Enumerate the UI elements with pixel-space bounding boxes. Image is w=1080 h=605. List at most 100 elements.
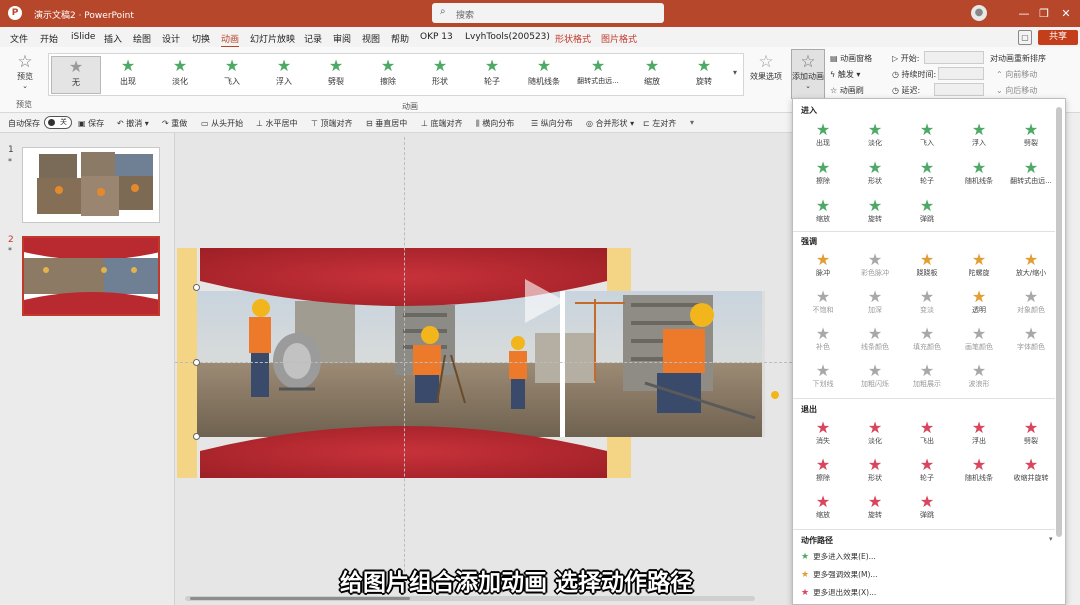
entry-effect-0[interactable]: ★ 出现 — [797, 121, 849, 153]
share-button[interactable]: 共享 — [1038, 30, 1078, 45]
animation-grow-turn[interactable]: ★ 翻转式由远... — [571, 56, 625, 94]
tab-lvyhtools[interactable]: LvyhTools(200523) — [465, 32, 550, 42]
tab-draw[interactable]: 绘图 — [133, 32, 151, 45]
align-center-button[interactable]: ⊥ 水平居中 — [256, 118, 298, 129]
tab-slideshow[interactable]: 幻灯片放映 — [250, 32, 295, 45]
animation-wheel[interactable]: ★ 轮子 — [467, 56, 517, 94]
emph-effect-5[interactable]: ★ 不饱和 — [797, 288, 849, 320]
slide-thumbnail-2[interactable] — [22, 236, 160, 316]
animation-wipe[interactable]: ★ 擦除 — [363, 56, 413, 94]
emph-effect-0[interactable]: ★ 脉冲 — [797, 251, 849, 283]
animation-zoom[interactable]: ★ 缩放 — [627, 56, 677, 94]
resize-handle-left[interactable] — [193, 359, 200, 366]
undo-button[interactable]: ↶ 撤消 ▾ — [117, 118, 149, 129]
align-middle-button[interactable]: ⊟ 垂直居中 — [366, 118, 407, 129]
entry-effect-10[interactable]: ★ 缩放 — [797, 197, 849, 229]
motion-path-expand-icon[interactable]: ▾ — [1049, 535, 1053, 543]
animation-swivel[interactable]: ★ 旋转 — [679, 56, 729, 94]
qat-more-icon[interactable]: ▾ — [690, 118, 694, 127]
search-box[interactable]: ⌕ 搜索 — [432, 3, 664, 23]
tab-picture-format[interactable]: 图片格式 — [601, 32, 637, 45]
emph-effect-18[interactable]: ★ 波浪形 — [953, 362, 1005, 394]
emph-effect-13[interactable]: ★ 画笔颜色 — [953, 325, 1005, 357]
more-emphasis-effects[interactable]: ★ 更多强调效果(M)... — [801, 569, 878, 580]
exit-effect-9[interactable]: ★ 收缩并旋转 — [1005, 456, 1057, 488]
entry-effect-8[interactable]: ★ 随机线条 — [953, 159, 1005, 191]
tab-review[interactable]: 审阅 — [333, 32, 351, 45]
emph-effect-10[interactable]: ★ 补色 — [797, 325, 849, 357]
search-placeholder[interactable]: 搜索 — [456, 8, 474, 21]
exit-effect-10[interactable]: ★ 缩放 — [797, 493, 849, 525]
move-earlier-button[interactable]: ⌃ 向前移动 — [996, 69, 1037, 80]
gallery-more-icon[interactable]: ▾ — [733, 68, 737, 77]
start-select[interactable] — [924, 51, 984, 64]
emph-effect-16[interactable]: ★ 加粗闪烁 — [849, 362, 901, 394]
user-avatar-icon[interactable]: ● — [971, 5, 987, 21]
tab-file[interactable]: 文件 — [10, 32, 28, 45]
align-top-button[interactable]: ⊤ 顶端对齐 — [311, 118, 353, 129]
add-animation-button[interactable]: ☆ 添加动画 ⌄ — [791, 49, 825, 99]
emph-effect-4[interactable]: ★ 放大/缩小 — [1005, 251, 1057, 283]
trigger-button[interactable]: ϟ 触发 ▾ — [830, 69, 860, 80]
tab-design[interactable]: 设计 — [162, 32, 180, 45]
duration-input[interactable] — [938, 67, 984, 80]
more-entry-effects[interactable]: ★ 更多进入效果(E)... — [801, 551, 876, 562]
save-button[interactable]: ▣ 保存 — [78, 118, 104, 129]
redo-button[interactable]: ↷ 重做 — [162, 118, 187, 129]
emph-effect-9[interactable]: ★ 对象颜色 — [1005, 288, 1057, 320]
move-later-button[interactable]: ⌄ 向后移动 — [996, 85, 1037, 96]
entry-effect-3[interactable]: ★ 浮入 — [953, 121, 1005, 153]
animation-fly-in[interactable]: ★ 飞入 — [207, 56, 257, 94]
tab-insert[interactable]: 插入 — [104, 32, 122, 45]
emph-effect-6[interactable]: ★ 加深 — [849, 288, 901, 320]
animation-pane-button[interactable]: ▤ 动画窗格 — [830, 53, 872, 64]
close-button[interactable]: ✕ — [1052, 0, 1080, 27]
animation-fade[interactable]: ★ 淡化 — [155, 56, 205, 94]
delay-input[interactable] — [934, 83, 984, 96]
preview-button[interactable]: ☆ 预览 ⌄ — [10, 53, 40, 90]
exit-effect-8[interactable]: ★ 随机线条 — [953, 456, 1005, 488]
entry-effect-6[interactable]: ★ 形状 — [849, 159, 901, 191]
resize-handle-bottom-left[interactable] — [193, 433, 200, 440]
comments-button[interactable]: ▢ — [1018, 30, 1032, 45]
exit-effect-11[interactable]: ★ 旋转 — [849, 493, 901, 525]
exit-effect-12[interactable]: ★ 弹跳 — [901, 493, 953, 525]
emph-effect-2[interactable]: ★ 跷跷板 — [901, 251, 953, 283]
animation-random-bars[interactable]: ★ 随机线条 — [519, 56, 569, 94]
entry-effect-5[interactable]: ★ 擦除 — [797, 159, 849, 191]
effect-options-button[interactable]: ☆ 效果选项 — [748, 53, 784, 82]
tab-help[interactable]: 帮助 — [391, 32, 409, 45]
emph-effect-3[interactable]: ★ 陀螺旋 — [953, 251, 1005, 283]
exit-effect-5[interactable]: ★ 擦除 — [797, 456, 849, 488]
emph-effect-14[interactable]: ★ 字体颜色 — [1005, 325, 1057, 357]
entry-effect-1[interactable]: ★ 淡化 — [849, 121, 901, 153]
tab-animations[interactable]: 动画 — [221, 32, 240, 48]
emph-effect-15[interactable]: ★ 下划线 — [797, 362, 849, 394]
exit-effect-7[interactable]: ★ 轮子 — [901, 456, 953, 488]
tab-transitions[interactable]: 切换 — [192, 32, 210, 45]
animation-split[interactable]: ★ 劈裂 — [311, 56, 361, 94]
tab-record[interactable]: 记录 — [304, 32, 322, 45]
entry-effect-9[interactable]: ★ 翻转式由远... — [1005, 159, 1057, 191]
emph-effect-8[interactable]: ★ 透明 — [953, 288, 1005, 320]
from-beginning-button[interactable]: ▭ 从头开始 — [201, 118, 243, 129]
tab-shape-format[interactable]: 形状格式 — [555, 32, 591, 45]
emph-effect-12[interactable]: ★ 填充颜色 — [901, 325, 953, 357]
slide-thumbnail-1[interactable] — [22, 147, 160, 223]
animation-float-in[interactable]: ★ 浮入 — [259, 56, 309, 94]
resize-handle-top-left[interactable] — [193, 284, 200, 291]
animation-appear[interactable]: ★ 出现 — [103, 56, 153, 94]
animation-shape[interactable]: ★ 形状 — [415, 56, 465, 94]
slide-editor[interactable] — [175, 133, 792, 605]
tab-islide[interactable]: iSlide — [71, 32, 95, 42]
exit-effect-2[interactable]: ★ 飞出 — [901, 419, 953, 451]
emph-effect-17[interactable]: ★ 加粗展示 — [901, 362, 953, 394]
autosave-toggle[interactable]: 关 — [44, 116, 72, 129]
entry-effect-4[interactable]: ★ 劈裂 — [1005, 121, 1057, 153]
tab-view[interactable]: 视图 — [362, 32, 380, 45]
exit-effect-0[interactable]: ★ 消失 — [797, 419, 849, 451]
animation-painter-button[interactable]: ☆ 动画刷 — [830, 85, 864, 96]
distribute-horizontal-button[interactable]: ⫼ 横向分布 — [476, 118, 514, 129]
entry-effect-11[interactable]: ★ 旋转 — [849, 197, 901, 229]
exit-effect-6[interactable]: ★ 形状 — [849, 456, 901, 488]
